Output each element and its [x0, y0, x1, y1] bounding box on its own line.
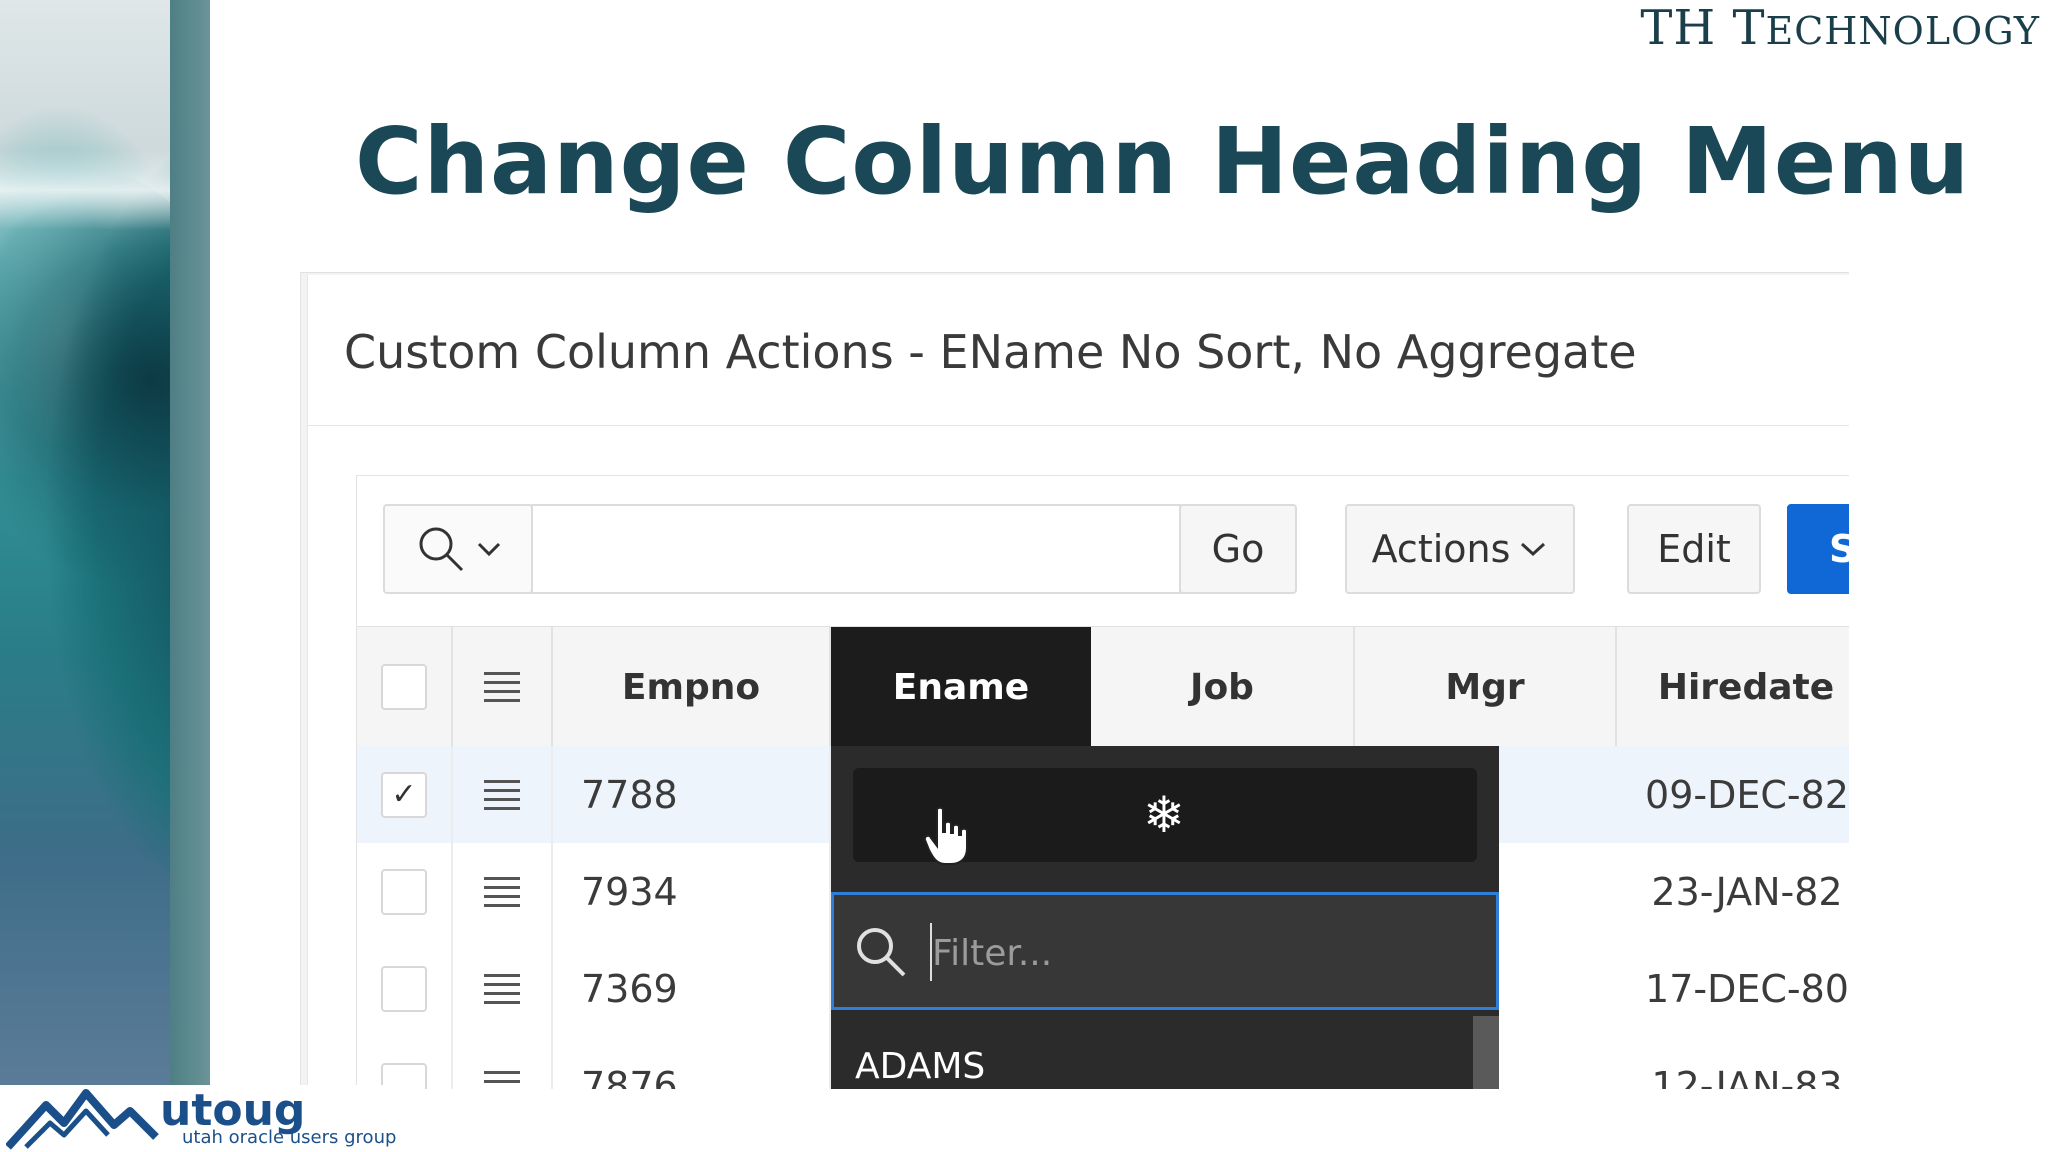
brand-prefix: TH T [1640, 0, 1766, 56]
row-actions-cell [453, 1037, 553, 1089]
search-icon [419, 527, 464, 572]
hamburger-icon[interactable] [484, 779, 520, 810]
edit-button[interactable]: Edit [1627, 504, 1761, 594]
row-select-cell [357, 1037, 453, 1089]
text-caret [930, 923, 932, 981]
row-select-cell: ✓ [357, 746, 453, 843]
row-actions-cell [453, 746, 553, 843]
search-input[interactable] [531, 504, 1181, 594]
brand-logo: TH TECHNOLOGY [1640, 0, 2040, 56]
column-header-job[interactable]: Job [1091, 627, 1355, 747]
slide-title: Change Column Heading Menu [355, 108, 1971, 215]
logo-tagline: utah oracle users group [182, 1127, 397, 1148]
row-checkbox[interactable]: ✓ [381, 771, 427, 818]
row-actions-header [453, 627, 553, 747]
wave-image [0, 0, 210, 1090]
app-screenshot: Custom Column Actions - EName No Sort, N… [300, 272, 1849, 1089]
save-button[interactable]: S [1787, 504, 1849, 594]
hamburger-icon[interactable] [484, 672, 520, 702]
chevron-down-icon [1521, 542, 1546, 557]
select-all-checkbox[interactable] [381, 664, 427, 710]
column-heading-menu: ❄ Filter... ADAMS [831, 746, 1499, 1089]
hamburger-icon[interactable] [484, 876, 520, 907]
row-actions-cell [453, 940, 553, 1037]
report-grid: Empno Ename Job Mgr Hiredate ✓ 7788 09-D… [357, 626, 1849, 1089]
column-header-empno[interactable]: Empno [553, 627, 831, 747]
search-column-selector[interactable] [383, 504, 533, 594]
mountains-icon [6, 1089, 159, 1150]
go-button[interactable]: Go [1179, 504, 1297, 594]
utoug-logo: utoug utah oracle users group [0, 1085, 400, 1152]
column-header-hiredate[interactable]: Hiredate [1617, 627, 1849, 747]
cell-hiredate: 23-JAN-82 [1651, 869, 1843, 914]
cell-empno: 7876 [553, 1037, 831, 1089]
select-all-cell [357, 627, 453, 747]
grid-header: Empno Ename Job Mgr Hiredate [357, 626, 1849, 748]
report-toolbar: Go Actions Edit S [357, 476, 1849, 626]
filter-input[interactable] [930, 919, 1454, 987]
row-select-cell [357, 940, 453, 1037]
column-header-mgr[interactable]: Mgr [1355, 627, 1617, 747]
cell-hiredate: 17-DEC-80 [1645, 966, 1849, 1011]
freeze-icon[interactable]: ❄ [1143, 790, 1185, 840]
search-icon [857, 928, 906, 977]
list-item[interactable]: ADAMS [855, 1046, 985, 1087]
row-actions-cell [453, 843, 553, 940]
actions-menu-button[interactable]: Actions [1345, 504, 1575, 594]
heading-menu-toolbar: ❄ [853, 768, 1477, 865]
region-title: Custom Column Actions - EName No Sort, N… [344, 325, 1637, 379]
heading-menu-values: ADAMS [831, 1016, 1473, 1089]
heading-menu-filter [831, 892, 1499, 1010]
row-checkbox[interactable] [381, 965, 427, 1012]
row-checkbox[interactable] [381, 868, 427, 915]
report-region: Custom Column Actions - EName No Sort, N… [307, 275, 1849, 1089]
cell-empno: 7369 [553, 940, 831, 1037]
cell-empno: 7934 [553, 843, 831, 940]
column-header-ename[interactable]: Ename [831, 627, 1091, 747]
interactive-report: Go Actions Edit S [356, 475, 1849, 1089]
chevron-down-icon [477, 542, 501, 557]
scrollbar[interactable] [1473, 1016, 1499, 1089]
hamburger-icon[interactable] [484, 1070, 520, 1089]
cell-hiredate: 12-JAN-83 [1651, 1063, 1843, 1090]
cell-hiredate: 09-DEC-82 [1645, 772, 1849, 817]
cell-empno: 7788 [553, 746, 831, 843]
actions-label: Actions [1371, 527, 1511, 571]
hamburger-icon[interactable] [484, 973, 520, 1004]
hand-pointer-icon [923, 806, 969, 875]
row-select-cell [357, 843, 453, 940]
brand-suffix: ECHNOLOGY [1765, 9, 2040, 53]
region-header: Custom Column Actions - EName No Sort, N… [308, 275, 1849, 426]
wave-side-bar [170, 0, 210, 1090]
